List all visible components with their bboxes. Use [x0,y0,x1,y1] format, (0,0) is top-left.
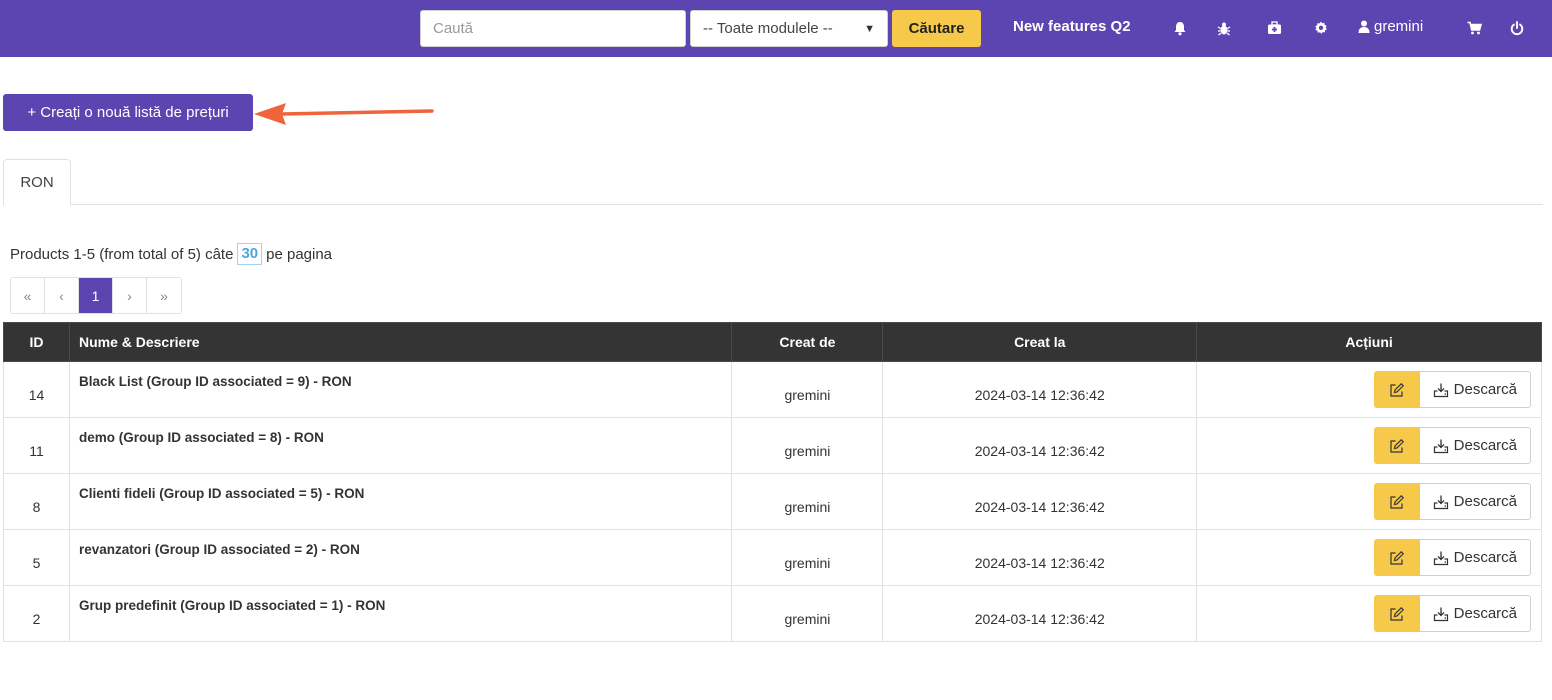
module-select-value: -- Toate modulele -- [703,20,833,37]
tab-ron[interactable]: RON [3,159,71,206]
edit-icon [1390,494,1404,509]
download-icon [1433,439,1448,453]
top-navbar: -- Toate modulele -- ▼ Căutare New featu… [0,0,1552,57]
row-created-by: gremini [731,361,884,418]
download-label: Descarcă [1453,493,1517,510]
bug-icon[interactable] [1212,14,1236,42]
row-name: revanzatori (Group ID associated = 2) - … [68,529,733,586]
download-icon [1433,551,1448,565]
download-button[interactable]: Descarcă [1419,427,1531,464]
row-actions: Descarcă [1196,417,1542,474]
search-button[interactable]: Căutare [892,10,981,47]
power-icon[interactable] [1505,14,1529,42]
row-created-by: gremini [731,473,884,530]
row-created-at: 2024-03-14 12:36:42 [882,585,1198,642]
price-lists-table: ID Nume & Descriere Creat de Creat la Ac… [3,322,1542,642]
pagination: « ‹ 1 › » [10,277,182,314]
edit-button[interactable] [1373,483,1420,520]
download-label: Descarcă [1453,549,1517,566]
row-actions: Descarcă [1196,473,1542,530]
row-name: Black List (Group ID associated = 9) - R… [68,361,733,418]
edit-icon [1390,382,1404,397]
page-prev-button[interactable]: ‹ [45,278,79,313]
new-features-link[interactable]: New features Q2 [1013,18,1131,35]
per-page-value[interactable]: 30 [237,243,263,265]
search-input[interactable] [420,10,686,47]
medkit-icon[interactable] [1262,14,1286,42]
header-created-at: Creat la [882,322,1198,362]
table-row: 2 Grup predefinit (Group ID associated =… [3,585,1542,642]
edit-button[interactable] [1373,371,1420,408]
table-row: 8 Clienti fideli (Group ID associated = … [3,473,1542,530]
table-row: 11 demo (Group ID associated = 8) - RON … [3,417,1542,474]
row-created-by: gremini [731,417,884,474]
table-header-row: ID Nume & Descriere Creat de Creat la Ac… [3,322,1542,362]
username: gremini [1374,18,1424,35]
table-row: 5 revanzatori (Group ID associated = 2) … [3,529,1542,586]
page-next-button[interactable]: › [113,278,147,313]
row-created-at: 2024-03-14 12:36:42 [882,473,1198,530]
row-id: 5 [3,529,70,586]
per-page-suffix: pe pagina [266,245,333,263]
header-created-by: Creat de [731,322,884,362]
page-first-button[interactable]: « [11,278,45,313]
cart-icon[interactable] [1462,14,1486,42]
download-label: Descarcă [1453,381,1517,398]
row-name: demo (Group ID associated = 8) - RON [68,417,733,474]
table-row: 14 Black List (Group ID associated = 9) … [3,361,1542,418]
download-label: Descarcă [1453,605,1517,622]
row-actions: Descarcă [1196,529,1542,586]
edit-button[interactable] [1373,427,1420,464]
edit-icon [1390,606,1404,621]
create-price-list-button[interactable]: + Creați o nouă listă de prețuri [3,94,253,131]
row-created-at: 2024-03-14 12:36:42 [882,417,1198,474]
download-icon [1433,607,1448,621]
row-name: Clienti fideli (Group ID associated = 5)… [68,473,733,530]
user-menu[interactable]: gremini [1358,18,1423,35]
page-last-button[interactable]: » [147,278,181,313]
annotation-arrow-icon [254,103,434,125]
pagination-info: Products 1-5 (from total of 5) câte 30 p… [10,243,332,265]
download-button[interactable]: Descarcă [1419,595,1531,632]
row-created-at: 2024-03-14 12:36:42 [882,361,1198,418]
edit-button[interactable] [1373,539,1420,576]
row-name: Grup predefinit (Group ID associated = 1… [68,585,733,642]
row-created-at: 2024-03-14 12:36:42 [882,529,1198,586]
edit-icon [1390,550,1404,565]
header-actions: Acțiuni [1196,322,1542,362]
download-button[interactable]: Descarcă [1419,539,1531,576]
pagination-info-text: Products 1-5 (from total of 5) câte [10,245,234,263]
header-name: Nume & Descriere [68,322,733,362]
row-actions: Descarcă [1196,361,1542,418]
currency-tabs: RON [3,159,1543,206]
page-current-button[interactable]: 1 [79,278,113,313]
row-id: 11 [3,417,70,474]
row-id: 2 [3,585,70,642]
row-actions: Descarcă [1196,585,1542,642]
row-created-by: gremini [731,585,884,642]
user-icon [1358,20,1370,33]
header-id: ID [3,322,70,362]
download-label: Descarcă [1453,437,1517,454]
edit-button[interactable] [1373,595,1420,632]
bell-icon[interactable] [1168,14,1192,42]
download-icon [1433,495,1448,509]
module-select[interactable]: -- Toate modulele -- ▼ [690,10,888,47]
chevron-down-icon: ▼ [864,22,875,35]
download-icon [1433,383,1448,397]
row-created-by: gremini [731,529,884,586]
download-button[interactable]: Descarcă [1419,371,1531,408]
edit-icon [1390,438,1404,453]
gear-icon[interactable] [1309,14,1333,42]
row-id: 8 [3,473,70,530]
row-id: 14 [3,361,70,418]
download-button[interactable]: Descarcă [1419,483,1531,520]
